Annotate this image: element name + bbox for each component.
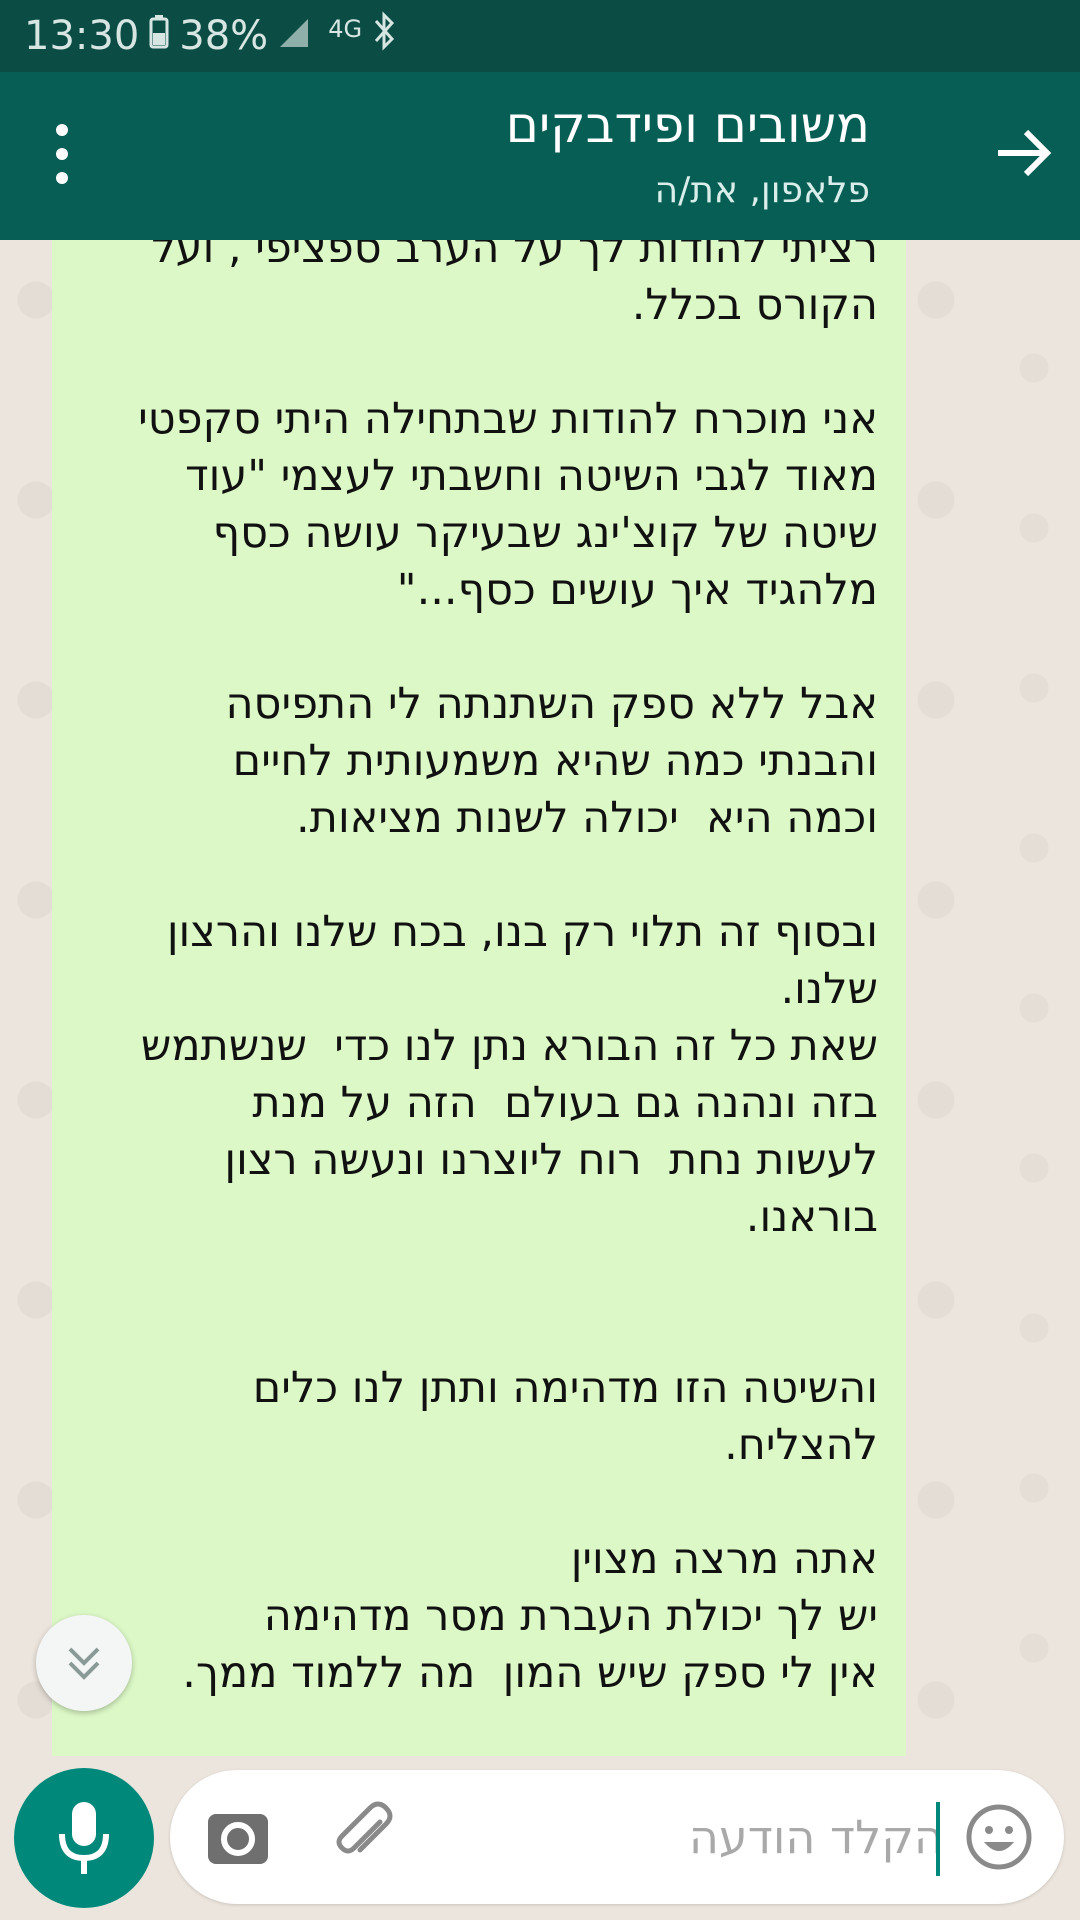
battery-level: 38% bbox=[179, 13, 269, 59]
emoji-icon[interactable] bbox=[964, 1802, 1034, 1872]
arrow-forward-icon[interactable] bbox=[988, 118, 1058, 188]
more-vert-icon[interactable] bbox=[52, 124, 72, 188]
camera-icon[interactable] bbox=[206, 1804, 270, 1868]
chat-area[interactable]: רציתי להודות לך על הערב ספציפי , ועל הקו… bbox=[0, 240, 1080, 1766]
chat-header: משובים ופידבקים פלאפון, את/ה bbox=[0, 72, 1080, 240]
network-label: 4G bbox=[328, 15, 363, 43]
text-cursor bbox=[936, 1802, 940, 1876]
message-input[interactable] bbox=[524, 1800, 944, 1874]
paperclip-icon[interactable] bbox=[330, 1800, 400, 1870]
signal-icon bbox=[278, 13, 318, 59]
bluetooth-icon bbox=[372, 11, 398, 61]
voice-record-button[interactable] bbox=[14, 1768, 154, 1908]
message-compose-box bbox=[170, 1770, 1064, 1904]
message-bubble[interactable]: רציתי להודות לך על הערב ספציפי , ועל הקו… bbox=[52, 240, 906, 1756]
chat-title[interactable]: משובים ופידבקים bbox=[506, 96, 870, 154]
status-bar: 13:30 38% 4G bbox=[0, 0, 1080, 72]
message-text: רציתי להודות לך על הערב ספציפי , ועל הקו… bbox=[138, 240, 878, 1698]
mic-icon bbox=[59, 1802, 109, 1874]
chat-participants[interactable]: פלאפון, את/ה bbox=[655, 170, 870, 211]
battery-icon bbox=[149, 13, 169, 59]
scroll-to-bottom-button[interactable] bbox=[36, 1615, 132, 1711]
status-time: 13:30 bbox=[24, 13, 140, 59]
double-chevron-down-icon bbox=[68, 1647, 100, 1680]
